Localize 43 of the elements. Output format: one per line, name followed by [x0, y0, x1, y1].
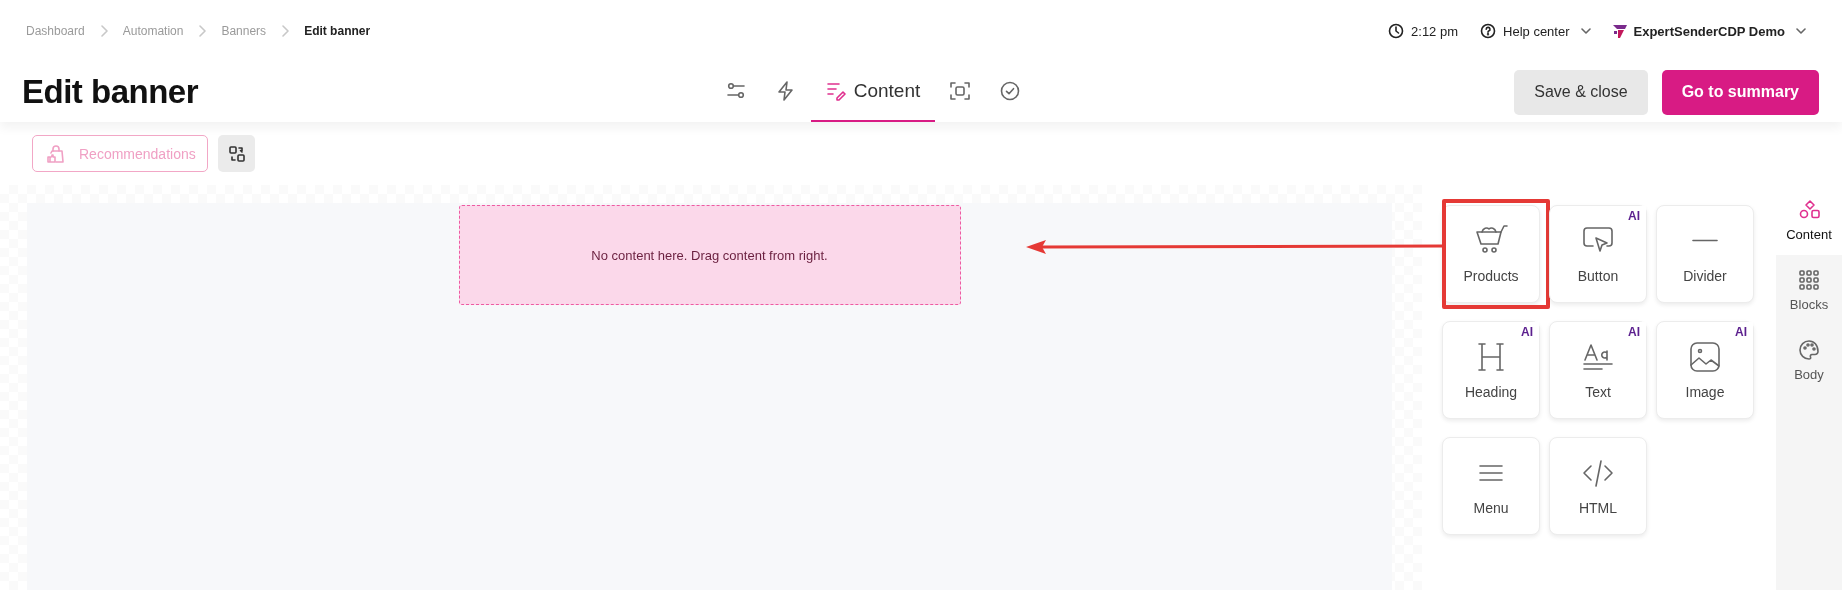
content-edit-icon — [825, 81, 846, 101]
help-icon — [1480, 23, 1497, 39]
chevron-right-icon — [280, 25, 291, 37]
ai-badge: AI — [1622, 322, 1646, 342]
content-tile[interactable]: Menu — [1442, 437, 1540, 535]
palette-icon — [1798, 338, 1820, 361]
chevron-down-icon — [1580, 28, 1591, 34]
side-tab[interactable]: Body — [1776, 325, 1842, 395]
dash-icon — [1692, 239, 1718, 242]
check-circle-icon — [1000, 81, 1021, 101]
ai-badge: AI — [1515, 322, 1539, 342]
frame-icon — [950, 81, 971, 101]
drop-zone: No content here. Drag content from right. — [458, 205, 961, 305]
chevron-right-icon — [197, 25, 208, 37]
content-tile[interactable]: Button AI — [1549, 205, 1647, 303]
content-tile[interactable]: Divider — [1656, 205, 1754, 303]
clock-icon — [1388, 23, 1405, 39]
bag-thumb-icon — [47, 144, 65, 163]
side-tab[interactable]: Content — [1776, 185, 1842, 255]
breadcrumb-link[interactable]: Edit banner — [304, 24, 371, 38]
side-tab[interactable]: Blocks — [1776, 255, 1842, 325]
time-label: 2:12 pm — [1411, 23, 1459, 39]
help-center-menu[interactable]: Help center — [1480, 23, 1591, 39]
page-title: Edit banner — [22, 73, 200, 111]
grid-icon — [1798, 268, 1820, 291]
swap-icon — [228, 145, 245, 162]
swap-layout-button[interactable] — [218, 135, 255, 172]
content-tile[interactable]: Text AI — [1549, 321, 1647, 419]
lightning-icon — [775, 81, 796, 101]
account-menu[interactable]: ExpertSenderCDP Demo — [1612, 23, 1806, 39]
summary-button[interactable]: Go to summary — [1661, 69, 1819, 115]
content-tile[interactable]: Heading AI — [1442, 321, 1540, 419]
logo-icon — [1612, 24, 1627, 38]
ai-badge: AI — [1622, 206, 1646, 226]
content-tile[interactable]: Image AI — [1656, 321, 1754, 419]
chevron-right-icon — [98, 25, 109, 37]
sliders-icon — [725, 81, 746, 101]
content-tile[interactable]: HTML — [1549, 437, 1647, 535]
image-icon — [1688, 340, 1722, 374]
save-close-button[interactable]: Save & close — [1514, 69, 1648, 115]
ai-badge: AI — [1729, 322, 1753, 342]
shapes-icon — [1798, 198, 1820, 221]
chevron-down-icon — [1796, 28, 1806, 34]
